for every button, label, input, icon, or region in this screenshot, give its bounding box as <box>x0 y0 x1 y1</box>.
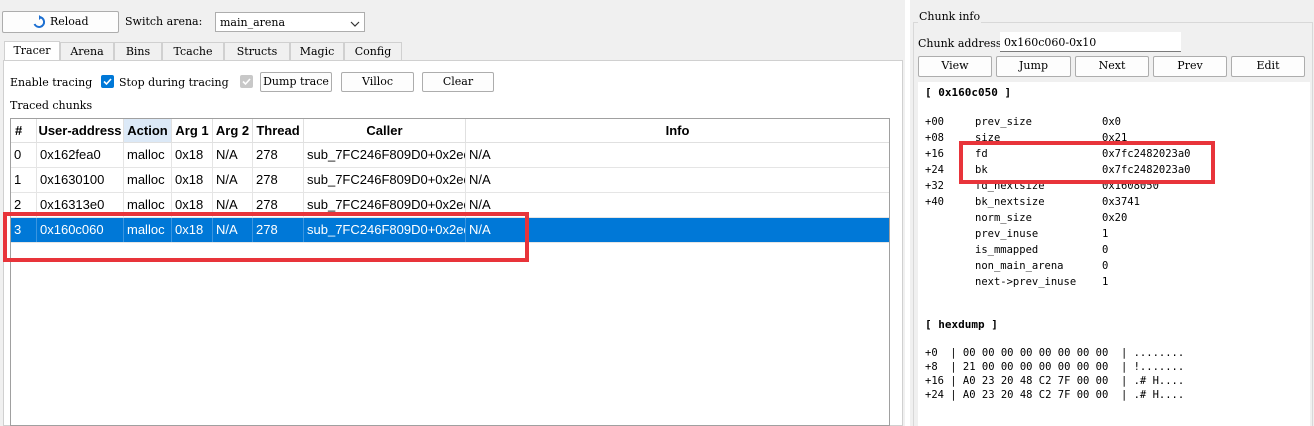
cell-caller: sub_7FC246F809D0+0x2ed <box>304 143 466 167</box>
field-offset: +08 <box>925 132 944 144</box>
cell-info: N/A <box>469 197 491 212</box>
hexdump-line: +24 | A0 23 20 48 C2 7F 00 00 | .# H.... <box>925 389 1185 401</box>
tab-structs[interactable]: Structs <box>224 42 290 60</box>
cell-user-address: 0x1630100 <box>37 168 124 192</box>
tab-arena[interactable]: Arena <box>60 42 114 60</box>
refresh-icon <box>32 15 46 29</box>
field-value: 1 <box>1102 276 1109 288</box>
field-offset: +16 <box>925 148 944 160</box>
field-value: 0x20 <box>1102 212 1128 224</box>
stop-during-tracing-label: Stop during tracing <box>119 76 229 89</box>
column-header-info[interactable]: Info <box>466 119 889 143</box>
arena-select-value: main_arena <box>220 16 286 29</box>
column-header-index[interactable]: # <box>11 119 37 143</box>
column-header-thread[interactable]: Thread <box>253 119 304 143</box>
table-row[interactable]: 1 0x1630100 malloc 0x18 N/A 278 sub_7FC246F809… <box>11 168 889 193</box>
cell-caller: sub_7FC246F809D0+0x2ed <box>304 168 466 192</box>
traced-chunks-table: # User-address Action Arg 1 Arg 2 Thread… <box>10 118 890 426</box>
field-name: next->prev_inuse <box>975 276 1077 288</box>
cell-info: N/A <box>469 222 491 237</box>
hexdump-line: +16 | A0 23 20 48 C2 7F 00 00 | .# H.... <box>925 375 1185 387</box>
field-value: 0 <box>1102 260 1109 272</box>
next-button[interactable]: Next <box>1075 56 1149 77</box>
column-header-arg2[interactable]: Arg 2 <box>213 119 253 143</box>
switch-arena-label: Switch arena: <box>125 15 203 28</box>
tab-bins[interactable]: Bins <box>114 42 162 60</box>
chevron-down-icon <box>350 18 360 31</box>
cell-user-address: 0x162fea0 <box>37 143 124 167</box>
stop-during-tracing-checkbox[interactable] <box>240 75 253 88</box>
enable-tracing-checkbox[interactable] <box>101 75 114 88</box>
cell-index: 1 <box>11 168 37 192</box>
prev-button[interactable]: Prev <box>1153 56 1227 77</box>
field-offset: +40 <box>925 196 944 208</box>
tab-magic[interactable]: Magic <box>290 42 344 60</box>
cell-info: N/A <box>469 172 491 187</box>
column-header-user-address[interactable]: User-address <box>37 119 124 143</box>
cell-info: N/A <box>469 147 491 162</box>
field-name: prev_inuse <box>975 228 1039 240</box>
field-offset: +00 <box>925 116 944 128</box>
checkmark-icon <box>103 78 112 86</box>
column-header-caller[interactable]: Caller <box>304 119 466 143</box>
tab-config[interactable]: Config <box>344 42 402 60</box>
cell-arg1: 0x18 <box>172 168 213 192</box>
cell-arg1: 0x18 <box>172 143 213 167</box>
field-name: prev_size <box>975 116 1032 128</box>
view-button[interactable]: View <box>918 56 992 77</box>
field-offset: +32 <box>925 180 944 192</box>
field-offset: +24 <box>925 164 944 176</box>
field-name: is_mmapped <box>975 244 1039 256</box>
field-name: norm_size <box>975 212 1032 224</box>
cell-index: 0 <box>11 143 37 167</box>
cell-action: malloc <box>124 168 172 192</box>
edit-button[interactable]: Edit <box>1231 56 1305 77</box>
highlight-selected-row <box>3 212 529 262</box>
chunk-header: [ 0x160c050 ] <box>925 86 1012 99</box>
chunk-info-title: Chunk info <box>918 10 982 23</box>
checkmark-icon <box>242 78 251 86</box>
field-value: 0x3741 <box>1102 196 1140 208</box>
field-value: 0 <box>1102 244 1109 256</box>
field-value: 1 <box>1102 228 1109 240</box>
arena-select[interactable]: main_arena <box>215 12 365 32</box>
clear-button[interactable]: Clear <box>422 72 494 92</box>
enable-tracing-label: Enable tracing <box>10 76 93 89</box>
reload-button[interactable]: Reload <box>2 11 119 33</box>
jump-button[interactable]: Jump <box>996 56 1071 77</box>
cell-arg2: N/A <box>213 143 253 167</box>
field-name: non_main_arena <box>975 260 1064 272</box>
field-value: 0x0 <box>1102 116 1121 128</box>
hexdump-line: +0 | 00 00 00 00 00 00 00 00 | ........ <box>925 347 1185 359</box>
cell-thread: 278 <box>253 143 304 167</box>
tab-tracer[interactable]: Tracer <box>4 41 60 61</box>
cell-arg2: N/A <box>213 168 253 192</box>
chunk-address-input[interactable]: 0x160c060-0x10 <box>1000 32 1181 52</box>
dump-trace-button[interactable]: Dump trace <box>260 72 332 92</box>
traced-chunks-label: Traced chunks <box>10 99 93 112</box>
column-header-action[interactable]: Action <box>124 119 172 143</box>
villoc-button[interactable]: Villoc <box>341 72 414 92</box>
column-header-arg1[interactable]: Arg 1 <box>172 119 213 143</box>
field-name: bk_nextsize <box>975 196 1045 208</box>
highlight-fd-bk <box>959 141 1215 184</box>
cell-thread: 278 <box>253 168 304 192</box>
tab-tcache[interactable]: Tcache <box>162 42 224 60</box>
hexdump-header: [ hexdump ] <box>925 318 998 331</box>
table-row[interactable]: 0 0x162fea0 malloc 0x18 N/A 278 sub_7FC246F809… <box>11 143 889 168</box>
hexdump-line: +8 | 21 00 00 00 00 00 00 00 | !....... <box>925 361 1185 373</box>
cell-action: malloc <box>124 143 172 167</box>
chunk-address-label: Chunk address <box>918 37 1002 50</box>
reload-label: Reload <box>49 15 89 28</box>
